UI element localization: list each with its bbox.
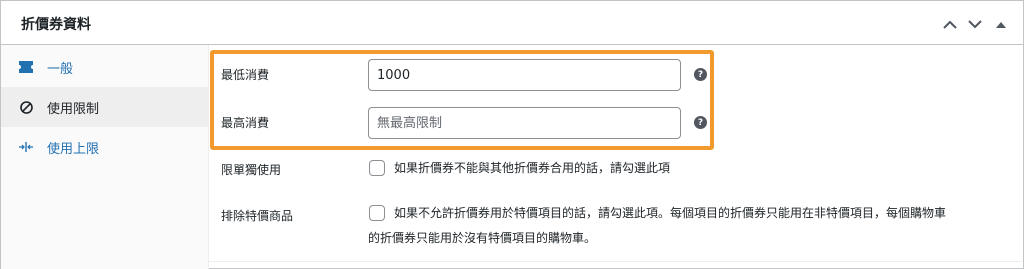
tab-usage-limits-label: 使用上限 [47,141,100,157]
individual-use-description: 如果折價券不能與其他折價券合用的話，請勾選此項 [394,161,671,175]
max-spend-label: 最高消費 [221,116,270,130]
help-icon: ? [694,68,707,81]
tab-usage-restriction[interactable]: 使用限制 [1,87,208,127]
no-symbol-icon [19,100,33,114]
tab-general[interactable]: 一般 [1,47,208,87]
individual-use-label: 限單獨使用 [221,163,282,177]
box-title: 折價券資料 [21,17,91,33]
ticket-icon [19,60,33,74]
tab-general-label: 一般 [47,61,74,77]
coupon-tabs: 一般 使用限制 使用上限 [1,45,209,269]
max-spend-input[interactable] [368,107,681,139]
arrows-in-icon [19,140,33,154]
help-icon: ? [694,116,707,129]
chevron-down-icon[interactable] [966,15,984,33]
exclude-sale-checkbox[interactable] [369,205,385,221]
min-spend-label: 最低消費 [221,68,270,82]
triangle-up-icon[interactable] [992,15,1010,33]
exclude-sale-description-line2: 的折價券只能用於沒有特價項目的購物車。 [368,231,597,245]
exclude-sale-label: 排除特價商品 [221,209,294,223]
min-spend-input[interactable] [368,59,681,91]
box-header: 折價券資料 [1,1,1023,45]
usage-restriction-panel: 最低消費 ? 最高消費 ? 限單獨使用 如果折價券不能與其他折價券合用的話，請勾… [208,44,1022,268]
individual-use-checkbox[interactable] [369,160,385,176]
chevron-up-icon[interactable] [941,15,959,33]
exclude-sale-description-line1: 如果不允許折價券用於特價項目的話，請勾選此項。每個項目的折價券只能用在非特價項目… [394,206,947,220]
panel-divider [208,261,1022,262]
tab-usage-restriction-label: 使用限制 [47,101,100,117]
tab-usage-limits[interactable]: 使用上限 [1,127,208,167]
